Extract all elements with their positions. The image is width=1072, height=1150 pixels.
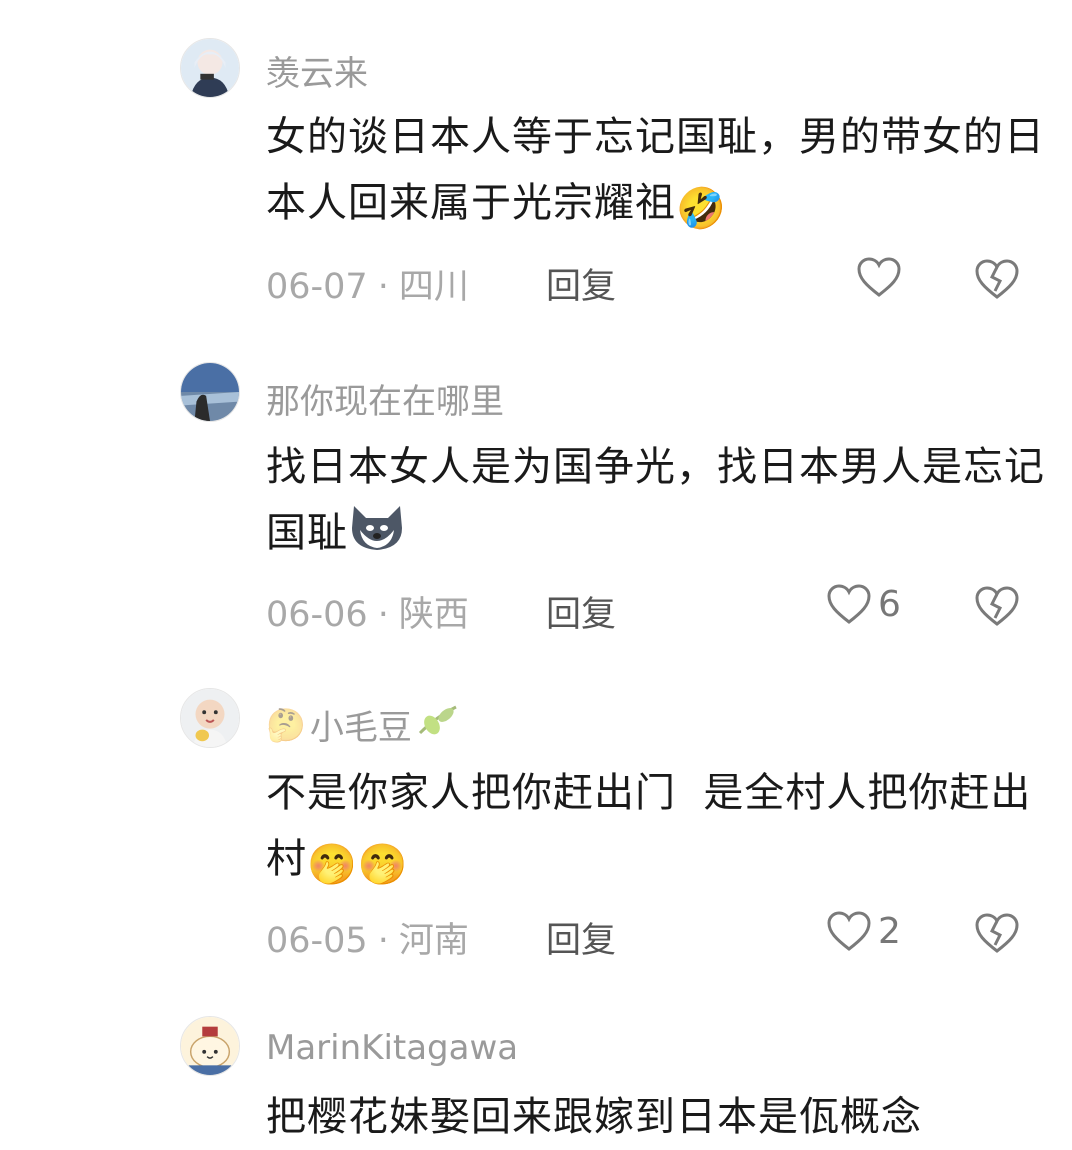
broken-heart-icon <box>974 584 1020 628</box>
heart-icon <box>826 582 872 626</box>
reply-button[interactable]: 回复 <box>546 258 616 309</box>
comment-text: 女的谈日本人等于忘记国耻，男的带女的日本人回来属于光宗耀祖🤣 <box>266 104 1046 242</box>
comment-meta: 06-07 · 四川 <box>266 267 469 307</box>
username[interactable]: 🤔 小毛豆 <box>266 700 460 749</box>
username[interactable]: MarinKitagawa <box>266 1028 518 1068</box>
heart-icon <box>856 255 902 299</box>
comment-meta: 06-06 · 陕西 <box>266 595 469 635</box>
avatar[interactable] <box>180 362 240 422</box>
like-button[interactable]: 6 <box>826 582 901 626</box>
comment-text: 不是你家人把你赶出门 是全村人把你赶出村🤭🤭 <box>266 760 1046 898</box>
like-count: 6 <box>878 583 901 625</box>
username[interactable]: 那你现在在哪里 <box>266 374 504 423</box>
avatar[interactable] <box>180 688 240 748</box>
like-button[interactable]: 2 <box>826 909 901 953</box>
hand-over-mouth-emoji: 🤭🤭 <box>307 842 409 888</box>
heart-icon <box>826 909 872 953</box>
broken-heart-icon <box>974 257 1020 301</box>
comment-text: 把樱花妹娶回来跟嫁到日本是佤概念 <box>266 1094 922 1140</box>
avatar[interactable] <box>180 38 240 98</box>
dog-emoji <box>348 502 406 572</box>
reply-button[interactable]: 回复 <box>546 912 616 963</box>
like-count: 2 <box>878 910 901 952</box>
like-button[interactable] <box>856 255 908 299</box>
username[interactable]: 羡云来 <box>266 46 368 95</box>
comment-location: 四川 <box>398 267 469 307</box>
comment-location: 河南 <box>398 921 469 961</box>
dislike-button[interactable] <box>974 584 1020 628</box>
broken-heart-icon <box>974 911 1020 955</box>
comment-meta: 06-05 · 河南 <box>266 921 469 961</box>
dislike-button[interactable] <box>974 257 1020 301</box>
comment-text: 找日本女人是为国争光，找日本男人是忘记国耻 <box>266 434 1046 572</box>
rofl-emoji: 🤣 <box>676 186 727 232</box>
comment-date: 06-05 <box>266 921 368 961</box>
olive-emoji <box>416 703 460 746</box>
reply-button[interactable]: 回复 <box>546 586 616 637</box>
dislike-button[interactable] <box>974 911 1020 955</box>
avatar[interactable] <box>180 1016 240 1076</box>
comment-date: 06-06 <box>266 595 368 635</box>
comment-date: 06-07 <box>266 267 368 307</box>
comment-location: 陕西 <box>398 595 469 635</box>
thinking-emoji: 🤔 <box>266 705 306 744</box>
